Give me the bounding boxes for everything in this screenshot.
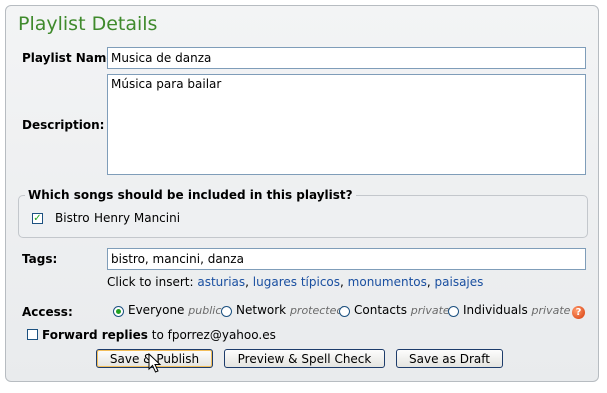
tag-suggestion-asturias[interactable]: asturias — [197, 275, 245, 289]
help-icon[interactable]: ? — [572, 306, 585, 319]
access-option-everyone: Everyone public — [128, 303, 222, 317]
access-radio-contacts[interactable] — [339, 306, 350, 317]
forward-replies-text: Forward replies to fporrez@yahoo.es — [42, 328, 276, 342]
access-option-network: Network protected — [236, 303, 344, 317]
preview-spell-check-button[interactable]: Preview & Spell Check — [224, 349, 385, 368]
mouse-pointer-icon — [148, 353, 162, 373]
tag-suggestion-monumentos[interactable]: monumentos — [348, 275, 427, 289]
description-textarea[interactable]: Música para bailar — [107, 74, 586, 175]
song-title: Bistro — [55, 211, 90, 225]
forward-replies-label: Forward replies — [42, 328, 148, 342]
tag-suggestion-paisajes[interactable]: paisajes — [435, 275, 484, 289]
access-radio-individuals[interactable] — [448, 306, 459, 317]
access-label: Access: — [22, 305, 73, 319]
access-option-contacts: Contacts private — [354, 303, 450, 317]
playlist-name-label: Playlist Name: — [22, 51, 120, 65]
page-title: Playlist Details — [18, 13, 158, 35]
tag-suggestions: Click to insert: asturias, lugares típic… — [107, 275, 484, 289]
song-checkbox-bistro[interactable]: ✓ — [32, 213, 43, 224]
click-to-insert-label: Click to insert: — [107, 275, 194, 289]
save-draft-button[interactable]: Save as Draft — [396, 349, 503, 368]
songs-group-legend: Which songs should be included in this p… — [25, 188, 356, 202]
access-option-individuals: Individuals private — [463, 303, 571, 317]
tags-label: Tags: — [22, 252, 58, 266]
access-radio-network[interactable] — [221, 306, 232, 317]
tags-input[interactable] — [107, 248, 586, 270]
description-label: Description: — [22, 118, 105, 132]
song-artist: Henry Mancini — [94, 211, 181, 225]
access-radio-everyone[interactable] — [113, 306, 124, 317]
playlist-name-input[interactable] — [107, 47, 586, 69]
checkmark-icon: ✓ — [33, 213, 42, 224]
forward-email: to fporrez@yahoo.es — [151, 328, 276, 342]
tag-suggestion-lugares-tipicos[interactable]: lugares típicos — [253, 275, 340, 289]
forward-replies-checkbox[interactable] — [27, 329, 38, 340]
